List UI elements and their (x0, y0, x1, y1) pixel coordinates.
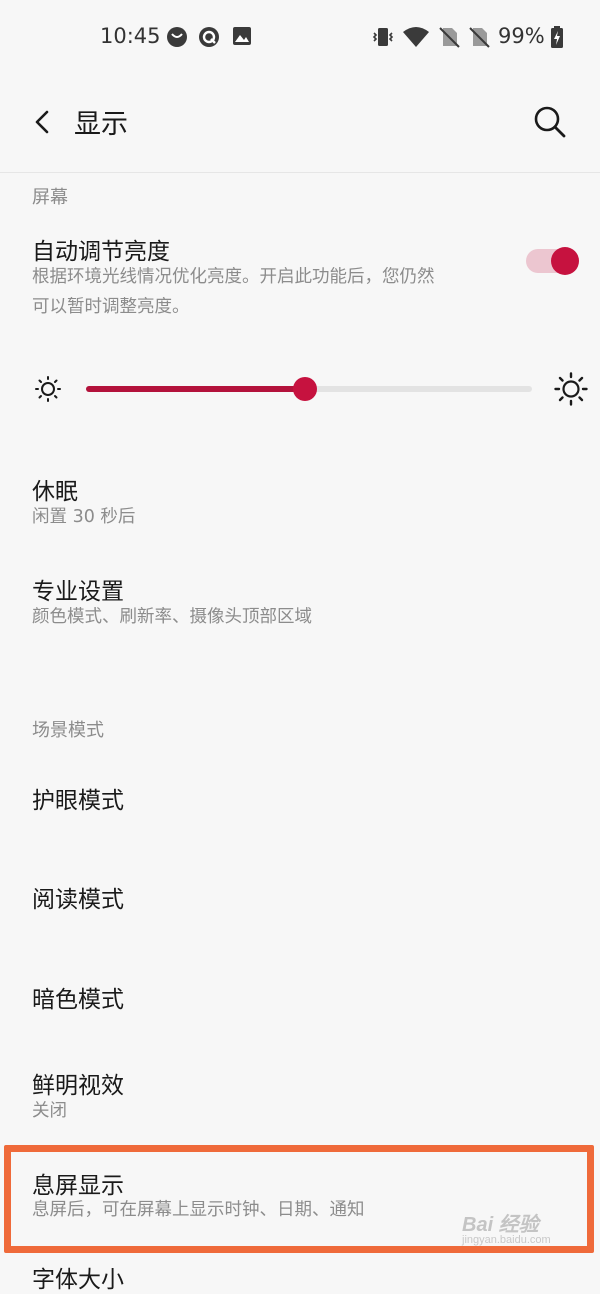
page-title: 显示 (74, 109, 128, 140)
battery-charging-icon (551, 26, 563, 48)
brightness-high-icon (554, 372, 588, 406)
auto-brightness-summary-line1: 根据环境光线情况优化亮度。开启此功能后，您仍然 (32, 267, 435, 287)
no-sim-icon (439, 27, 460, 48)
advanced-settings-summary: 颜色模式、刷新率、摄像头顶部区域 (32, 607, 312, 627)
vivid-effect-summary: 关闭 (32, 1101, 67, 1121)
auto-brightness-toggle[interactable] (524, 246, 580, 276)
watermark-logo: Bai 经验 (462, 1214, 539, 1236)
watermark-url: jingyan.baidu.com (462, 1234, 551, 1246)
brightness-slider-thumb[interactable] (292, 377, 317, 401)
search-icon[interactable] (530, 102, 570, 142)
gallery-icon (233, 27, 251, 45)
q-app-icon (199, 27, 219, 47)
no-sim-icon (469, 27, 490, 48)
status-bar: 10:45 99% (0, 0, 600, 76)
brightness-slider-row (0, 360, 600, 420)
brightness-slider-fill (86, 386, 305, 392)
section-header-screen: 屏幕 (32, 187, 68, 208)
back-arrow-icon[interactable] (28, 104, 56, 140)
sleep-summary: 闲置 30 秒后 (32, 507, 136, 527)
sleep-title: 休眠 (32, 479, 78, 505)
section-header-scene: 场景模式 (32, 720, 104, 741)
vivid-effect-title: 鲜明视效 (32, 1073, 124, 1099)
advanced-settings-title: 专业设置 (32, 579, 124, 605)
status-time: 10:45 (100, 24, 161, 48)
brightness-slider[interactable] (86, 377, 532, 401)
app-bar: 显示 (0, 76, 600, 172)
app-bar-divider (0, 172, 600, 173)
dark-mode-title: 暗色模式 (32, 987, 124, 1013)
reading-mode-title: 阅读模式 (32, 887, 124, 913)
vibrate-icon (372, 28, 394, 46)
auto-brightness-title: 自动调节亮度 (32, 239, 170, 265)
toggle-thumb (551, 247, 579, 275)
smile-notification-icon (167, 27, 187, 47)
font-size-title: 字体大小 (32, 1267, 124, 1293)
ambient-display-summary: 息屏后，可在屏幕上显示时钟、日期、通知 (32, 1200, 365, 1220)
auto-brightness-summary-line2: 可以暂时调整亮度。 (32, 297, 190, 317)
battery-percentage: 99% (498, 24, 545, 48)
eye-care-title: 护眼模式 (32, 788, 124, 814)
wifi-icon (403, 27, 429, 47)
brightness-low-icon (35, 376, 61, 402)
